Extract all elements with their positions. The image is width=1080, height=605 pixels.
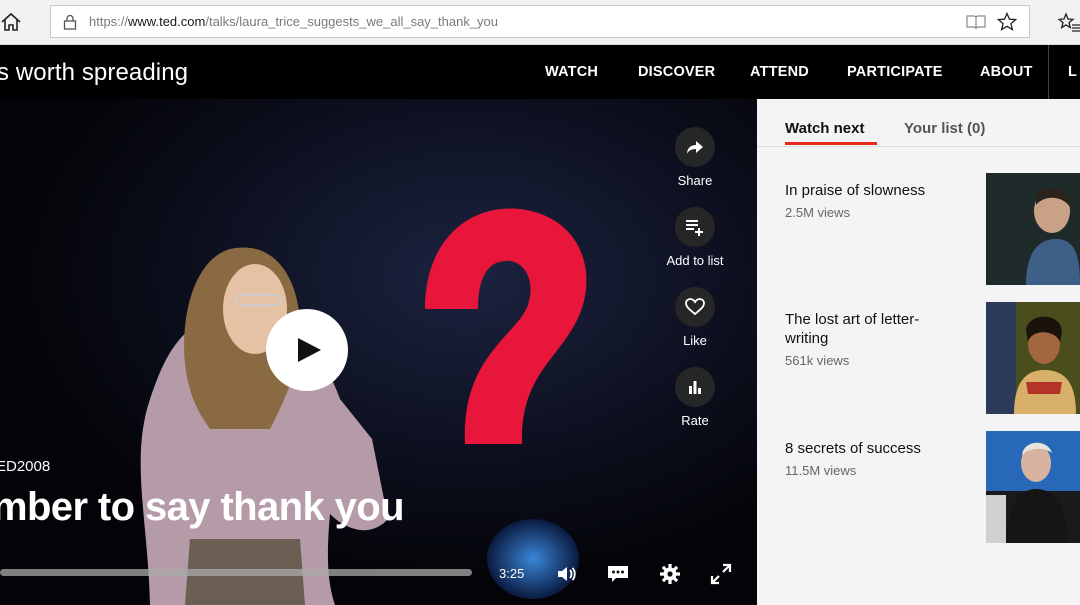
talk-title: mber to say thank you [0,485,405,529]
captions-icon[interactable] [606,562,630,586]
rate-label: Rate [681,413,709,428]
item-views: 11.5M views [785,463,857,478]
reading-view-icon[interactable] [965,13,987,31]
tab-watch-next[interactable]: Watch next [785,120,864,137]
url-text: https://www.ted.com/talks/laura_trice_su… [89,14,498,29]
event-tag[interactable]: ED2008 [0,458,50,475]
heart-icon [675,287,715,327]
nav-login[interactable]: L [1068,64,1077,80]
rate-action[interactable]: Rate [650,367,740,428]
url-path: /talks/laura_trice_suggests_we_all_say_t… [205,14,499,29]
home-icon[interactable] [0,11,22,33]
nav-divider [1048,45,1049,99]
nav-discover[interactable]: DISCOVER [638,64,715,80]
nav-participate[interactable]: PARTICIPATE [847,64,943,80]
lock-icon [63,14,77,30]
item-thumbnail[interactable] [986,431,1080,543]
fullscreen-icon[interactable] [709,562,733,586]
share-label: Share [677,173,713,188]
favorite-star-icon[interactable] [996,11,1018,32]
site-header: s worth spreading WATCH DISCOVER ATTEND … [0,45,1080,99]
nav-watch[interactable]: WATCH [545,64,598,80]
browser-toolbar: https://www.ted.com/talks/laura_trice_su… [0,0,1080,45]
share-icon [675,127,715,167]
item-views: 561k views [785,353,850,368]
item-thumbnail[interactable] [986,173,1080,285]
watch-next-panel: Watch next Your list (0) In praise of sl… [757,99,1080,605]
like-action[interactable]: Like [650,287,740,348]
settings-gear-icon[interactable] [658,562,682,586]
active-tab-indicator [785,142,877,145]
bar-chart-icon [675,367,715,407]
address-bar[interactable]: https://www.ted.com/talks/laura_trice_su… [50,5,1030,38]
progress-bar[interactable] [0,569,472,576]
site-tagline: s worth spreading [0,59,189,86]
list-item[interactable]: The lost art of letter-writing 561k view… [757,298,1080,414]
add-to-list-label: Add to list [666,253,724,268]
favorites-hub-icon[interactable] [1057,12,1080,34]
duration-time: 3:25 [499,566,525,581]
item-thumbnail[interactable] [986,302,1080,414]
add-to-list-action[interactable]: Add to list [650,207,740,268]
play-icon [298,338,321,362]
panel-tabs: Watch next Your list (0) [757,99,1080,147]
item-title[interactable]: In praise of slowness [785,181,950,200]
item-title[interactable]: The lost art of letter-writing [785,310,950,348]
list-item[interactable]: 8 secrets of success 11.5M views [757,427,1080,543]
playlist-add-icon [675,207,715,247]
url-host: www.ted.com [128,14,206,29]
tab-your-list[interactable]: Your list (0) [904,120,985,137]
item-views: 2.5M views [785,205,851,220]
share-action[interactable]: Share [650,127,740,188]
url-prefix: https:// [89,14,129,29]
volume-icon[interactable] [555,562,579,586]
item-title[interactable]: 8 secrets of success [785,439,950,458]
nav-about[interactable]: ABOUT [980,64,1033,80]
nav-attend[interactable]: ATTEND [750,64,809,80]
list-item[interactable]: In praise of slowness 2.5M views [757,169,1080,285]
play-button[interactable] [266,309,348,391]
video-player[interactable]: Share Add to list Like Rate ED2008 mber … [0,99,757,605]
like-label: Like [683,333,707,348]
